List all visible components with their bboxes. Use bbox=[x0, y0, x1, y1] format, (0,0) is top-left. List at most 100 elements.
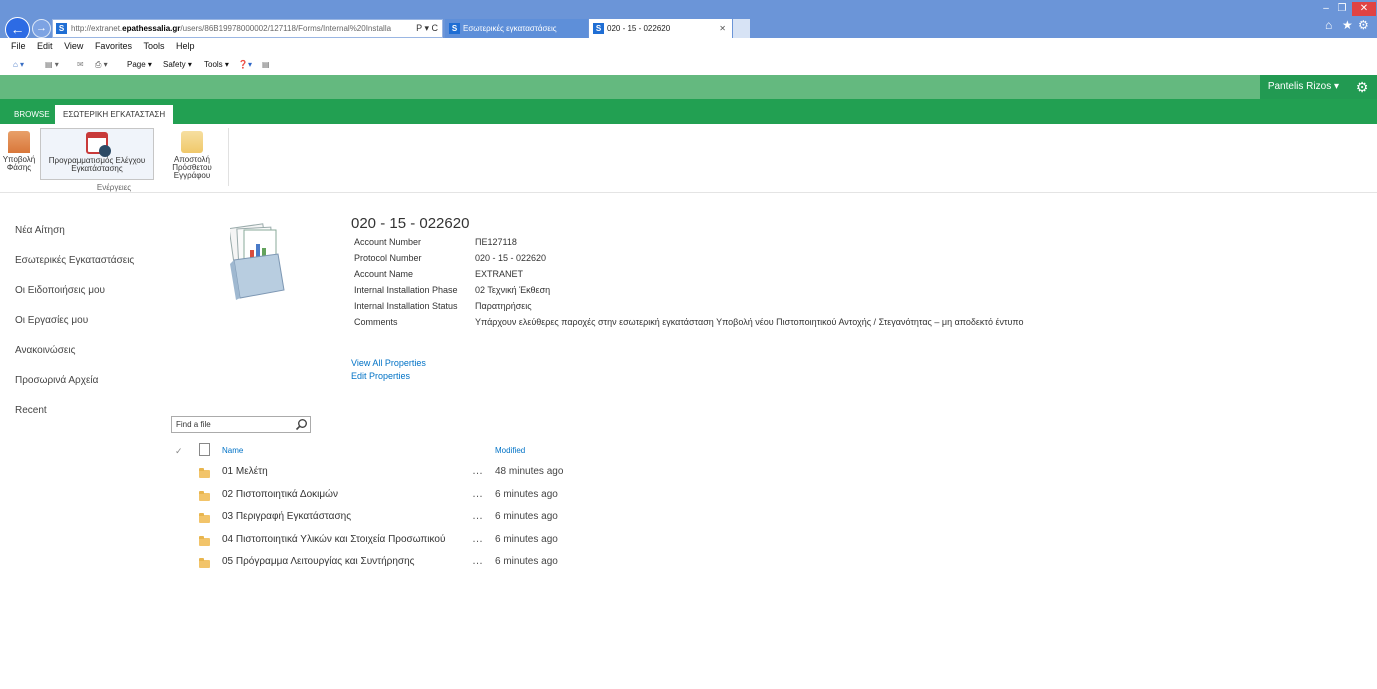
feeds-icon[interactable]: ▤ ▾ bbox=[45, 55, 59, 74]
page-menu[interactable]: Page ▾ bbox=[127, 55, 152, 74]
list-item: 01 Μελέτη … 48 minutes ago bbox=[0, 465, 1377, 487]
settings-gear-icon[interactable]: ⚙ bbox=[1347, 75, 1377, 99]
prop-label-protocol-number: Protocol Number bbox=[354, 253, 422, 263]
ribbon-group-divider bbox=[228, 128, 229, 186]
prop-value-installation-phase: 02 Τεχνική Έκθεση bbox=[475, 285, 551, 295]
prop-label-installation-status: Internal Installation Status bbox=[354, 301, 458, 311]
prop-label-account-name: Account Name bbox=[354, 269, 414, 279]
button-label: Εγκατάστασης bbox=[71, 164, 123, 173]
edit-properties-link[interactable]: Edit Properties bbox=[351, 371, 410, 381]
send-additional-document-button[interactable]: Αποστολή Πρόσθετου Εγγράφου bbox=[157, 128, 227, 180]
menu-view[interactable]: View bbox=[64, 41, 83, 51]
list-item: 02 Πιστοποιητικά Δοκιμών … 6 minutes ago bbox=[0, 488, 1377, 510]
schedule-inspection-button[interactable]: Προγραμματισμός Ελέγχου Εγκατάστασης bbox=[40, 128, 154, 180]
nav-my-notifications[interactable]: Οι Ειδοποιήσεις μου bbox=[15, 285, 105, 296]
document-set-icon bbox=[230, 223, 285, 300]
nav-internal-installations[interactable]: Εσωτερικές Εγκαταστάσεις bbox=[15, 255, 134, 266]
list-item: 03 Περιγραφή Εγκατάστασης … 6 minutes ag… bbox=[0, 510, 1377, 532]
folder-icon bbox=[199, 468, 210, 478]
button-label: Εγγράφου bbox=[173, 171, 211, 180]
nav-announcements[interactable]: Ανακοινώσεις bbox=[15, 345, 75, 356]
list-item: 04 Πιστοποιητικά Υλικών και Στοιχεία Προ… bbox=[0, 533, 1377, 555]
gear-icon[interactable]: ⚙ bbox=[1358, 18, 1369, 32]
folder-icon bbox=[199, 536, 210, 546]
folder-icon bbox=[199, 558, 210, 568]
folder-name-link[interactable]: 05 Πρόγραμμα Λειτουργίας και Συντήρησης bbox=[222, 556, 415, 567]
folder-name-link[interactable]: 01 Μελέτη bbox=[222, 466, 268, 477]
restore-icon[interactable]: ❐ bbox=[1334, 2, 1350, 16]
close-tab-icon[interactable]: ✕ bbox=[719, 19, 726, 38]
nav-temporary-files[interactable]: Προσωρινά Αρχεία bbox=[15, 375, 98, 386]
modified-time: 6 minutes ago bbox=[495, 556, 558, 567]
home-icon[interactable]: ⌂ bbox=[1325, 18, 1332, 32]
button-label: Αποστολή Πρόσθετου bbox=[172, 155, 212, 172]
prop-value-comments: Υπάρχουν ελεύθερες παροχές στην εσωτερικ… bbox=[475, 317, 1024, 327]
command-bar: ⌂ ▾ ▤ ▾ ✉ ⎙ ▾ Page ▾ Safety ▾ Tools ▾ ❓▾… bbox=[0, 55, 1377, 74]
search-icon[interactable] bbox=[295, 418, 308, 431]
submit-phase-button[interactable]: Υποβολή Φάσης bbox=[0, 128, 38, 180]
folder-name-link[interactable]: 02 Πιστοποιητικά Δοκιμών bbox=[222, 489, 338, 500]
tab-internal-installation[interactable]: ΕΣΩΤΕΡΙΚΗ ΕΓΚΑΤΑΣΤΑΣΗ bbox=[55, 105, 174, 124]
menu-tools[interactable]: Tools bbox=[143, 41, 164, 51]
mail-icon[interactable]: ✉ bbox=[77, 55, 84, 74]
address-controls[interactable]: Ρ ▾ C bbox=[416, 20, 438, 37]
column-header-name[interactable]: Name bbox=[222, 446, 243, 455]
safety-menu[interactable]: Safety ▾ bbox=[163, 55, 192, 74]
address-url: http://extranet.epathessalia.gr/users/86… bbox=[71, 24, 392, 33]
menu-edit[interactable]: Edit bbox=[37, 41, 53, 51]
new-tab-button[interactable] bbox=[733, 19, 750, 38]
item-menu-ellipsis[interactable]: … bbox=[472, 510, 483, 522]
folder-name-link[interactable]: 03 Περιγραφή Εγκατάστασης bbox=[222, 511, 351, 522]
item-menu-ellipsis[interactable]: … bbox=[472, 488, 483, 500]
find-file-input[interactable] bbox=[172, 417, 290, 432]
menu-favorites[interactable]: Favorites bbox=[95, 41, 132, 51]
tab-label: Εσωτερικές εγκαταστάσεις bbox=[463, 24, 557, 33]
view-all-properties-link[interactable]: View All Properties bbox=[351, 358, 426, 368]
menu-help[interactable]: Help bbox=[176, 41, 195, 51]
forward-arrow-icon[interactable]: → bbox=[32, 19, 51, 38]
minimize-icon[interactable]: – bbox=[1318, 2, 1334, 16]
prop-value-protocol-number: 020 - 15 - 022620 bbox=[475, 253, 547, 263]
folder-icon bbox=[199, 491, 210, 501]
select-all-checkmark-icon[interactable]: ✓ bbox=[175, 446, 183, 457]
item-menu-ellipsis[interactable]: … bbox=[472, 533, 483, 545]
sharepoint-favicon: S bbox=[593, 23, 604, 34]
prop-value-account-name: EXTRANET bbox=[475, 269, 524, 279]
modified-time: 6 minutes ago bbox=[495, 511, 558, 522]
browser-titlebar: ← → S http://extranet.epathessalia.gr/us… bbox=[0, 0, 1377, 42]
upload-phase-icon bbox=[8, 131, 30, 153]
nav-my-tasks[interactable]: Οι Εργασίες μου bbox=[15, 315, 88, 326]
button-label: Φάσης bbox=[6, 163, 32, 172]
sharepoint-favicon: S bbox=[449, 23, 460, 34]
item-menu-ellipsis[interactable]: … bbox=[472, 465, 483, 477]
research-icon[interactable]: ▤ bbox=[262, 55, 270, 74]
menu-file[interactable]: File bbox=[11, 41, 26, 51]
list-item: 05 Πρόγραμμα Λειτουργίας και Συντήρησης … bbox=[0, 555, 1377, 577]
help-icon[interactable]: ❓▾ bbox=[238, 55, 252, 74]
tab-browse[interactable]: BROWSE bbox=[6, 105, 58, 124]
close-window-icon[interactable]: ✕ bbox=[1352, 2, 1376, 16]
suite-bar: Pantelis Rizos ▾ ⚙ bbox=[0, 75, 1377, 99]
star-icon[interactable]: ★ bbox=[1342, 18, 1353, 32]
prop-value-installation-status: Παρατηρήσεις bbox=[475, 301, 532, 311]
home-icon[interactable]: ⌂ ▾ bbox=[13, 55, 24, 74]
column-header-modified[interactable]: Modified bbox=[495, 446, 525, 455]
address-bar[interactable]: S http://extranet.epathessalia.gr/users/… bbox=[52, 19, 443, 38]
prop-label-comments: Comments bbox=[354, 317, 398, 327]
user-menu-button[interactable]: Pantelis Rizos ▾ bbox=[1259, 75, 1347, 99]
envelope-icon bbox=[181, 131, 203, 153]
item-menu-ellipsis[interactable]: … bbox=[472, 555, 483, 567]
print-icon[interactable]: ⎙ ▾ bbox=[95, 55, 108, 74]
sharepoint-favicon: S bbox=[56, 23, 67, 34]
tab-label: 020 - 15 - 022620 bbox=[607, 24, 671, 33]
nav-recent[interactable]: Recent bbox=[15, 405, 47, 416]
tools-menu[interactable]: Tools ▾ bbox=[204, 55, 229, 74]
browser-tab-installations[interactable]: S Εσωτερικές εγκαταστάσεις bbox=[445, 19, 588, 38]
prop-label-installation-phase: Internal Installation Phase bbox=[354, 285, 458, 295]
ribbon-group-label: Ενέργειες bbox=[96, 183, 132, 192]
folder-name-link[interactable]: 04 Πιστοποιητικά Υλικών και Στοιχεία Προ… bbox=[222, 534, 445, 545]
nav-new-request[interactable]: Νέα Αίτηση bbox=[15, 225, 65, 236]
modified-time: 6 minutes ago bbox=[495, 489, 558, 500]
browser-tab-docset[interactable]: S 020 - 15 - 022620 ✕ bbox=[589, 19, 732, 38]
modified-time: 48 minutes ago bbox=[495, 466, 564, 477]
